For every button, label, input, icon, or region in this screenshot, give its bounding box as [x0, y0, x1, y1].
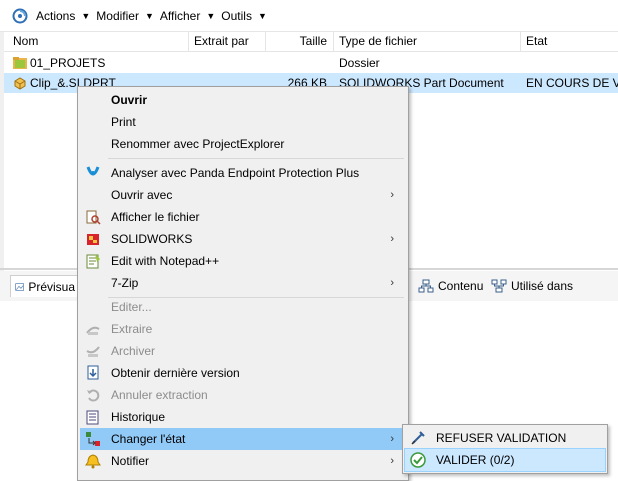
menu-item-label: Archiver — [111, 344, 156, 358]
bell-icon — [85, 453, 101, 469]
dropdown-arrow-icon: ▼ — [81, 10, 91, 21]
history-icon — [85, 409, 101, 425]
file-list-header: Nom Extrait par Taille Type de fichier E… — [0, 32, 618, 52]
menu-item-label: Renommer avec ProjectExplorer — [111, 137, 285, 151]
menu-item-get-latest[interactable]: Obtenir dernière version — [80, 362, 406, 384]
menu-item-panda-scan[interactable]: Analyser avec Panda Endpoint Protection … — [80, 162, 406, 184]
menu-separator — [108, 158, 404, 159]
column-header-state[interactable]: Etat — [521, 32, 618, 52]
menu-item-7zip[interactable]: 7-Zip › — [80, 272, 406, 294]
submenu-arrow-icon: › — [390, 233, 394, 245]
modifier-menu-label: Modifier — [96, 8, 139, 23]
menu-item-open[interactable]: Ouvrir — [80, 89, 406, 111]
file-state: EN COURS DE VA — [526, 76, 618, 90]
column-header-name[interactable]: Nom — [8, 32, 188, 52]
outils-menu[interactable]: Outils ▼ — [221, 9, 267, 23]
undo-checkout-icon — [85, 387, 101, 403]
menu-item-check-out[interactable]: Extraire — [80, 318, 406, 340]
actions-menu-label: Actions — [36, 8, 76, 23]
approve-icon — [410, 452, 426, 468]
menu-item-notify[interactable]: Notifier › — [80, 450, 406, 472]
reject-icon — [410, 430, 426, 446]
solidworks-icon — [85, 231, 101, 247]
check-in-icon — [85, 343, 101, 359]
menu-item-label: 7-Zip — [111, 276, 139, 290]
menu-item-history[interactable]: Historique — [80, 406, 406, 428]
change-state-icon — [85, 431, 101, 447]
change-state-submenu: REFUSER VALIDATION VALIDER (0/2) — [402, 424, 608, 474]
menu-item-label: Extraire — [111, 322, 153, 336]
menu-item-label: Afficher le fichier — [111, 210, 200, 224]
modifier-menu[interactable]: Modifier ▼ — [96, 9, 154, 23]
submenu-arrow-icon: › — [390, 189, 394, 201]
menu-item-label: Print — [111, 115, 136, 129]
menu-item-label: Historique — [111, 410, 166, 424]
menu-item-label: Edit with Notepad++ — [111, 254, 220, 268]
outils-menu-label: Outils — [221, 8, 252, 23]
tab-where-used[interactable]: Utilisé dans — [491, 275, 573, 297]
dropdown-arrow-icon: ▼ — [257, 10, 267, 21]
check-out-icon — [85, 321, 101, 337]
tab-preview[interactable]: Prévisua — [10, 275, 80, 297]
menu-item-rename-projectexplorer[interactable]: Renommer avec ProjectExplorer — [80, 133, 406, 155]
get-latest-icon — [85, 365, 101, 381]
submenu-arrow-icon: › — [390, 277, 394, 289]
actions-menu[interactable]: Actions ▼ — [36, 9, 90, 23]
context-menu: Ouvrir Print Renommer avec ProjectExplor… — [77, 86, 409, 481]
column-header-size[interactable]: Taille — [266, 32, 332, 52]
where-used-icon — [491, 279, 507, 293]
menu-item-label: Ouvrir avec — [111, 188, 173, 202]
menu-item-edit[interactable]: Editer... — [80, 296, 406, 318]
afficher-menu[interactable]: Afficher ▼ — [160, 9, 215, 23]
column-header-file-type[interactable]: Type de fichier — [334, 32, 520, 52]
menu-item-notepad[interactable]: Edit with Notepad++ — [80, 250, 406, 272]
menu-item-show-file[interactable]: Afficher le fichier — [80, 206, 406, 228]
contents-tree-icon — [418, 279, 434, 293]
afficher-menu-label: Afficher — [159, 8, 201, 23]
submenu-arrow-icon: › — [390, 433, 394, 445]
submenu-item-label: VALIDER (0/2) — [436, 453, 515, 467]
notepad-icon — [85, 253, 101, 269]
menu-item-check-in[interactable]: Archiver — [80, 340, 406, 362]
menu-item-label: Notifier — [111, 454, 150, 468]
file-type: Dossier — [339, 56, 380, 70]
tab-contents[interactable]: Contenu — [418, 275, 483, 297]
submenu-item-approve[interactable]: VALIDER (0/2) — [404, 448, 606, 472]
menu-item-undo-checkout[interactable]: Annuler extraction — [80, 384, 406, 406]
vault-app-icon[interactable] — [12, 8, 28, 24]
menu-item-label: Editer... — [111, 300, 152, 314]
submenu-item-label: REFUSER VALIDATION — [436, 431, 567, 445]
submenu-arrow-icon: › — [390, 455, 394, 467]
menu-item-solidworks[interactable]: SOLIDWORKS › — [80, 228, 406, 250]
menu-item-print[interactable]: Print — [80, 111, 406, 133]
toolbar: Actions ▼ Modifier ▼ Afficher ▼ Outils ▼ — [0, 0, 618, 32]
menu-item-label: Annuler extraction — [111, 388, 208, 402]
tab-preview-label: Prévisua — [28, 279, 75, 294]
submenu-item-reject[interactable]: REFUSER VALIDATION — [405, 427, 605, 449]
preview-icon — [15, 282, 24, 291]
tab-where-used-label: Utilisé dans — [511, 279, 574, 293]
column-header-checked-out-by[interactable]: Extrait par — [189, 32, 265, 52]
tab-contents-label: Contenu — [438, 279, 484, 293]
menu-item-label: Changer l'état — [111, 432, 186, 446]
dropdown-arrow-icon: ▼ — [206, 10, 216, 21]
menu-item-label: Ouvrir — [111, 93, 148, 107]
file-name: 01_PROJETS — [30, 56, 106, 70]
dropdown-arrow-icon: ▼ — [144, 10, 154, 21]
show-file-icon — [85, 209, 101, 225]
menu-item-label: Obtenir dernière version — [111, 366, 240, 380]
menu-item-open-with[interactable]: Ouvrir avec › — [80, 184, 406, 206]
menu-item-label: SOLIDWORKS — [111, 232, 193, 246]
table-row[interactable]: 01_PROJETS Dossier — [0, 53, 618, 73]
menu-item-change-state[interactable]: Changer l'état › — [80, 428, 406, 450]
menu-item-label: Analyser avec Panda Endpoint Protection … — [111, 166, 360, 180]
panda-icon — [85, 165, 101, 181]
